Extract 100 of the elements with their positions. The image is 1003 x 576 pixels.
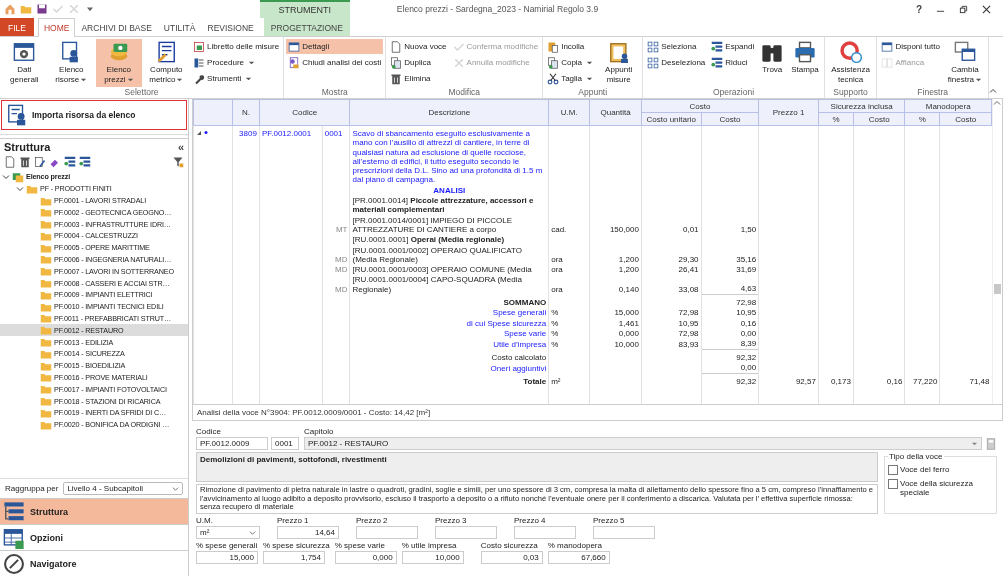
ribbon-button[interactable]: Elenco prezzi [96, 39, 142, 87]
title-text-area[interactable]: Demolizioni di pavimenti, sottofondi, rivestimenti [196, 452, 878, 482]
ribbon-tab[interactable]: HOME [37, 18, 76, 37]
ribbon-button[interactable]: Chiudi analisi dei costi [286, 55, 384, 70]
field-label: Costo sicurezza [480, 541, 539, 550]
ribbon-tab[interactable]: PROGETTAZIONE [263, 18, 350, 36]
input-field[interactable]: 10,000 [401, 551, 464, 564]
ribbon-tab[interactable]: REVISIONE [201, 18, 260, 36]
group-by-dropdown[interactable]: Livello 4 - Subcapitoli [63, 482, 183, 495]
input-field[interactable]: 0,03 [480, 551, 543, 564]
scrollbar-thumb[interactable] [994, 284, 1001, 294]
clipboard-icon [607, 41, 630, 63]
table-cell: 29,30 [678, 254, 699, 264]
input-field[interactable] [435, 526, 497, 539]
table-icon [3, 526, 25, 549]
table-cell: 1,461 [618, 318, 639, 328]
ribbon-button[interactable]: Seleziona [645, 39, 708, 54]
table-cell: 0001 [324, 129, 343, 138]
ribbon-button[interactable]: Appunti misure [597, 39, 641, 87]
ribbon-button[interactable]: Taglia [545, 71, 596, 86]
ribbon-button[interactable]: Dettagli [286, 39, 384, 54]
windows-icon [953, 41, 976, 63]
ribbon-button[interactable]: Deseleziona [645, 55, 708, 70]
table-cell: 0,140 [618, 284, 639, 294]
chapter-dropdown[interactable]: PF.0012 - RESTAURO [304, 437, 982, 450]
ribbon-button[interactable]: Elenco risorse [48, 39, 95, 87]
folder-icon [40, 371, 52, 384]
ribbon-button[interactable]: Procedure [191, 55, 282, 70]
expanded-row-icon[interactable] [196, 130, 210, 136]
ribbon-tab[interactable]: UTILITÀ [157, 18, 202, 36]
window-icon [288, 40, 301, 53]
ribbon-button[interactable]: Assistenza tecnica [826, 39, 875, 87]
ribbon-group-label: Finestra [916, 87, 950, 98]
unit-dropdown[interactable]: m² [196, 526, 260, 539]
input-field[interactable]: 14,64 [277, 526, 339, 539]
field-label: U.M. [196, 516, 214, 525]
calculator-icon [985, 437, 997, 450]
ribbon-button[interactable]: Disponi tutto [879, 39, 942, 54]
table-cell: ora [551, 254, 563, 264]
input-field[interactable]: 67,660 [547, 551, 610, 564]
scroll-up-icon[interactable] [993, 99, 1001, 107]
checkbox[interactable]: Voce del ferro [888, 465, 993, 475]
ribbon-button[interactable]: Trova [758, 39, 787, 87]
ribbon-button[interactable]: Incolla [545, 39, 596, 54]
ribbon-button[interactable]: Copia [545, 55, 596, 70]
input-field[interactable] [593, 526, 655, 539]
ribbon-button[interactable]: Libretto delle misure [191, 39, 282, 54]
help-button[interactable]: ? [915, 3, 922, 15]
ribbon-tab[interactable]: ARCHIVI DI BASE [75, 18, 158, 36]
input-field[interactable]: 1,754 [263, 551, 325, 564]
edit-icon [34, 156, 46, 168]
table-cell: 0,16 [886, 377, 903, 387]
ribbon-button[interactable]: Elimina [388, 71, 449, 86]
column-header: Quantità [589, 99, 642, 126]
table-cell: 4,63 [740, 284, 757, 294]
table-cell: 77,220 [912, 377, 938, 387]
ribbon-button[interactable]: Computo metrico [143, 39, 190, 87]
table-cell: 0,01 [683, 224, 699, 234]
folder-icon [20, 3, 32, 15]
input-field[interactable]: PF.0012.0009 [196, 437, 268, 450]
ribbon-button[interactable]: Strumenti [191, 71, 282, 86]
cross-icon [68, 3, 80, 15]
restore-icon[interactable] [959, 4, 968, 14]
import-button[interactable]: Importa risorsa da elenco [1, 100, 187, 130]
expanded-chevron-icon[interactable] [2, 172, 10, 181]
collapse-panel-button[interactable]: « [177, 141, 184, 153]
ribbon-button[interactable]: Dati generali [2, 39, 47, 87]
caret-icon [245, 75, 253, 82]
table-cell: 72,98 [736, 298, 757, 308]
table-cell: PF.0012.0001 [261, 129, 312, 138]
collapse-ribbon-icon[interactable] [989, 87, 997, 95]
table-cell: 71,48 [969, 377, 990, 387]
ribbon-button[interactable]: Cambia finestra [943, 39, 986, 87]
paste-icon [547, 40, 560, 53]
input-field[interactable]: 15,000 [196, 551, 258, 564]
close-icon[interactable] [982, 4, 991, 14]
checkbox[interactable]: Voce della sicurezza speciale [888, 479, 993, 497]
ribbon-button[interactable]: Nuova voce [388, 39, 449, 54]
field-label: % spese generali [196, 541, 258, 550]
resource-type-label: MD [335, 284, 348, 294]
navigation-button[interactable]: Struttura [0, 498, 188, 524]
ribbon-button[interactable]: Duplica [388, 55, 449, 70]
column-header: Prezzo 1 [758, 99, 819, 126]
input-field[interactable] [514, 526, 576, 539]
quick-access-button[interactable] [36, 3, 48, 15]
description-text: SOMMANO [503, 298, 547, 308]
table-cell: 92,32 [736, 377, 757, 387]
expanded-chevron-icon[interactable] [16, 184, 24, 193]
ribbon-button[interactable]: Stampa [788, 39, 822, 87]
navigation-button[interactable]: Opzioni [0, 524, 188, 550]
table-cell: % [551, 328, 559, 338]
input-field[interactable]: 0,000 [334, 551, 397, 564]
navigation-button[interactable]: Navigatore [0, 550, 188, 576]
ribbon-button[interactable]: Espandi [709, 39, 757, 54]
group-label: Tipo della voce [888, 452, 944, 461]
column-header: Costo [641, 99, 759, 113]
input-field[interactable]: 0001 [271, 437, 299, 450]
ribbon-tab[interactable]: FILE [0, 18, 34, 36]
ribbon-button[interactable]: Riduci [709, 55, 757, 70]
input-field[interactable] [356, 526, 418, 539]
